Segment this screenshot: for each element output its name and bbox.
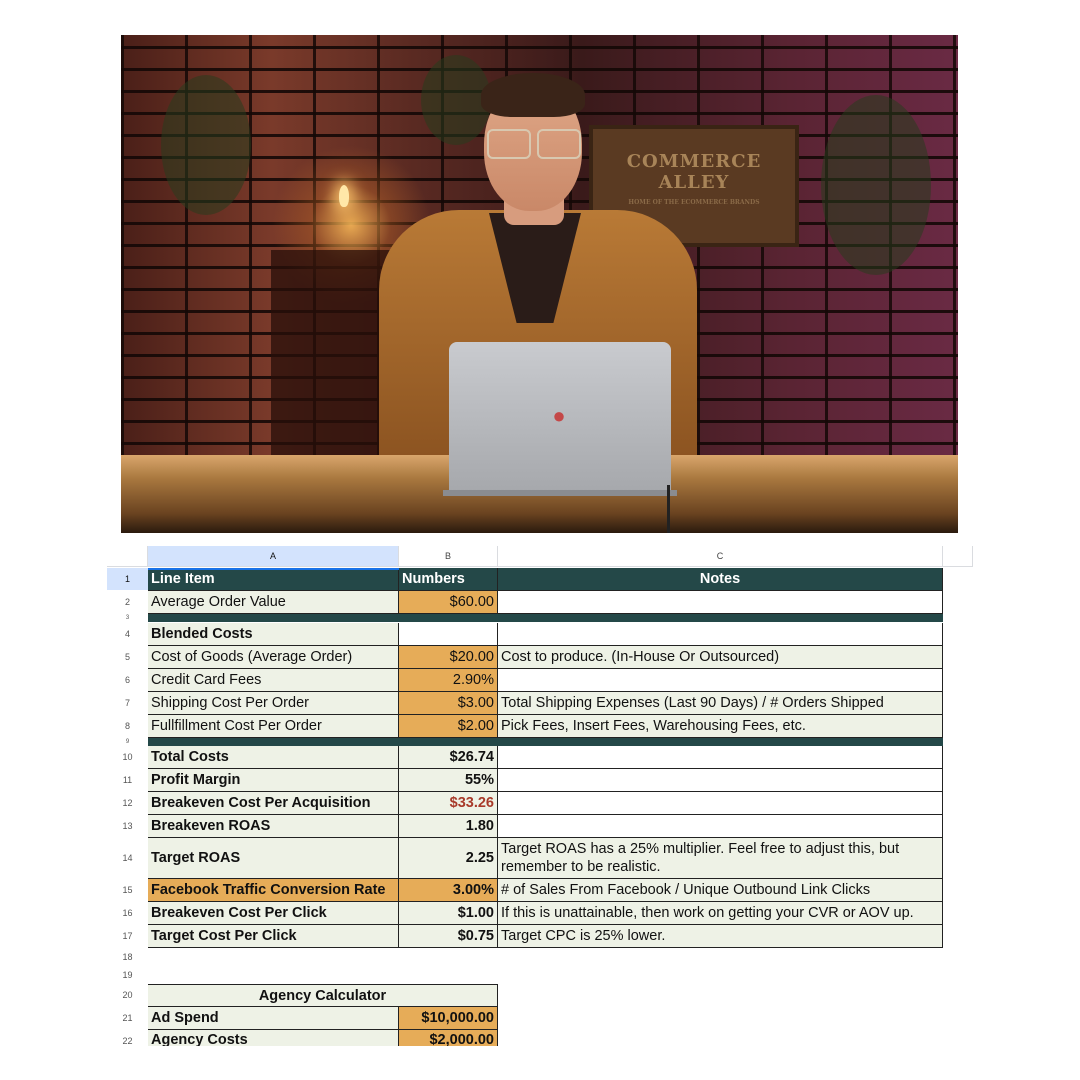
cell-blended-costs[interactable]: Blended Costs	[148, 623, 399, 646]
cell-target-cpc-value[interactable]: $0.75	[399, 925, 498, 948]
cell-fulfillment-note[interactable]: Pick Fees, Insert Fees, Warehousing Fees…	[498, 715, 943, 738]
cell-fb-cvr-label[interactable]: Facebook Traffic Conversion Rate	[148, 879, 399, 902]
row-number[interactable]: 7	[107, 692, 148, 714]
row-number[interactable]: 8	[107, 715, 148, 737]
cell-agency-calculator[interactable]: Agency Calculator	[148, 984, 498, 1007]
cell-breakeven-cpa-note[interactable]	[498, 792, 943, 815]
row-number[interactable]: 6	[107, 669, 148, 691]
candle-icon	[339, 185, 349, 207]
cell-cogs-value[interactable]: $20.00	[399, 646, 498, 669]
column-header-d[interactable]	[943, 546, 973, 567]
row-number[interactable]: 21	[107, 1007, 148, 1029]
cell-breakeven-cpc-value[interactable]: $1.00	[399, 902, 498, 925]
cell-aov-label[interactable]: Average Order Value	[148, 591, 399, 614]
cell-breakeven-roas-note[interactable]	[498, 815, 943, 838]
cell-ad-spend-value[interactable]: $10,000.00	[399, 1007, 498, 1030]
row-number[interactable]: 3	[107, 614, 148, 621]
cell-breakeven-cpa-label[interactable]: Breakeven Cost Per Acquisition	[148, 792, 399, 815]
cell-fulfillment-label[interactable]: Fullfillment Cost Per Order	[148, 715, 399, 738]
cell-total-costs-value[interactable]: $26.74	[399, 746, 498, 769]
row-number[interactable]: 19	[107, 966, 148, 984]
row-number[interactable]: 5	[107, 646, 148, 668]
sign-line-3: HOME OF THE ECOMMERCE BRANDS	[628, 199, 760, 206]
cell-ccfees-label[interactable]: Credit Card Fees	[148, 669, 399, 692]
column-header-c[interactable]: C	[498, 546, 943, 567]
cell-fb-cvr-note[interactable]: # of Sales From Facebook / Unique Outbou…	[498, 879, 943, 902]
cell-target-cpc-label[interactable]: Target Cost Per Click	[148, 925, 399, 948]
row-number[interactable]: 10	[107, 746, 148, 768]
wall-shelf	[271, 250, 391, 460]
row-number[interactable]: 14	[107, 838, 148, 878]
row-number[interactable]: 16	[107, 902, 148, 924]
header-notes[interactable]: Notes	[498, 568, 943, 591]
glasses-icon	[487, 129, 581, 159]
cell-agency-costs-value[interactable]: $2,000.00	[399, 1030, 498, 1046]
cell-shipping-label[interactable]: Shipping Cost Per Order	[148, 692, 399, 715]
cell-profit-margin-label[interactable]: Profit Margin	[148, 769, 399, 792]
row-number[interactable]: 20	[107, 984, 148, 1006]
cell-ccfees-value[interactable]: 2.90%	[399, 669, 498, 692]
cell-shipping-note[interactable]: Total Shipping Expenses (Last 90 Days) /…	[498, 692, 943, 715]
cell-fb-cvr-value[interactable]: 3.00%	[399, 879, 498, 902]
cell-total-costs-label[interactable]: Total Costs	[148, 746, 399, 769]
cell-total-costs-note[interactable]	[498, 746, 943, 769]
sign-line-1: COMMERCE	[626, 151, 762, 172]
cell-profit-margin-note[interactable]	[498, 769, 943, 792]
cell-aov-value[interactable]: $60.00	[399, 591, 498, 614]
row-number[interactable]: 2	[107, 591, 148, 613]
column-header-a[interactable]: A	[148, 546, 399, 567]
cell-breakeven-roas-label[interactable]: Breakeven ROAS	[148, 815, 399, 838]
cell-target-roas-label[interactable]: Target ROAS	[148, 838, 399, 879]
cell-ccfees-note[interactable]	[498, 669, 943, 692]
ivy-plant	[161, 75, 251, 215]
cell-breakeven-roas-value[interactable]: 1.80	[399, 815, 498, 838]
cell-target-roas-note[interactable]: Target ROAS has a 25% multiplier. Feel f…	[498, 838, 943, 879]
ivy-plant	[821, 95, 931, 275]
cell-breakeven-cpc-label[interactable]: Breakeven Cost Per Click	[148, 902, 399, 925]
cell-cogs-note[interactable]: Cost to produce. (In-House Or Outsourced…	[498, 646, 943, 669]
selection-border	[148, 568, 399, 570]
row-number[interactable]: 1	[107, 568, 148, 590]
header-line-item[interactable]: Line Item	[148, 568, 399, 591]
row-number[interactable]: 13	[107, 815, 148, 837]
cell-shipping-value[interactable]: $3.00	[399, 692, 498, 715]
cell-breakeven-cpc-note[interactable]: If this is unattainable, then work on ge…	[498, 902, 943, 925]
row-number[interactable]: 18	[107, 948, 148, 966]
cell-target-roas-value[interactable]: 2.25	[399, 838, 498, 879]
cell-cogs-label[interactable]: Cost of Goods (Average Order)	[148, 646, 399, 669]
apple-logo-icon: ●	[552, 403, 566, 428]
row-number[interactable]: 17	[107, 925, 148, 947]
sign-line-2: ALLEY	[658, 172, 730, 193]
cell-blended-note[interactable]	[498, 623, 943, 646]
presenter-hair	[481, 73, 585, 117]
row-number[interactable]: 11	[107, 769, 148, 791]
cell-agency-costs-label[interactable]: Agency Costs	[148, 1030, 399, 1046]
row-number[interactable]: 15	[107, 879, 148, 901]
header-numbers[interactable]: Numbers	[399, 568, 498, 591]
row-number[interactable]: 12	[107, 792, 148, 814]
video-frame: COMMERCE ALLEY HOME OF THE ECOMMERCE BRA…	[121, 35, 958, 533]
laptop-base	[443, 490, 677, 496]
select-all-corner[interactable]	[107, 546, 148, 567]
row-number[interactable]: 9	[107, 738, 148, 745]
cell-ad-spend-label[interactable]: Ad Spend	[148, 1007, 399, 1030]
cell-blended-value[interactable]	[399, 623, 498, 646]
cell-aov-note[interactable]	[498, 591, 943, 614]
spreadsheet: A B C 1 2 3 4 5 6 7 8 9 10 11 12 13 14 1…	[107, 546, 973, 1046]
power-cable	[667, 485, 670, 533]
column-header-b[interactable]: B	[399, 546, 498, 567]
cell-target-cpc-note[interactable]: Target CPC is 25% lower.	[498, 925, 943, 948]
separator-row	[148, 614, 943, 622]
row-number[interactable]: 22	[107, 1030, 148, 1046]
cell-breakeven-cpa-value[interactable]: $33.26	[399, 792, 498, 815]
separator-row	[148, 738, 943, 746]
row-number[interactable]: 4	[107, 623, 148, 645]
cell-profit-margin-value[interactable]: 55%	[399, 769, 498, 792]
cell-fulfillment-value[interactable]: $2.00	[399, 715, 498, 738]
